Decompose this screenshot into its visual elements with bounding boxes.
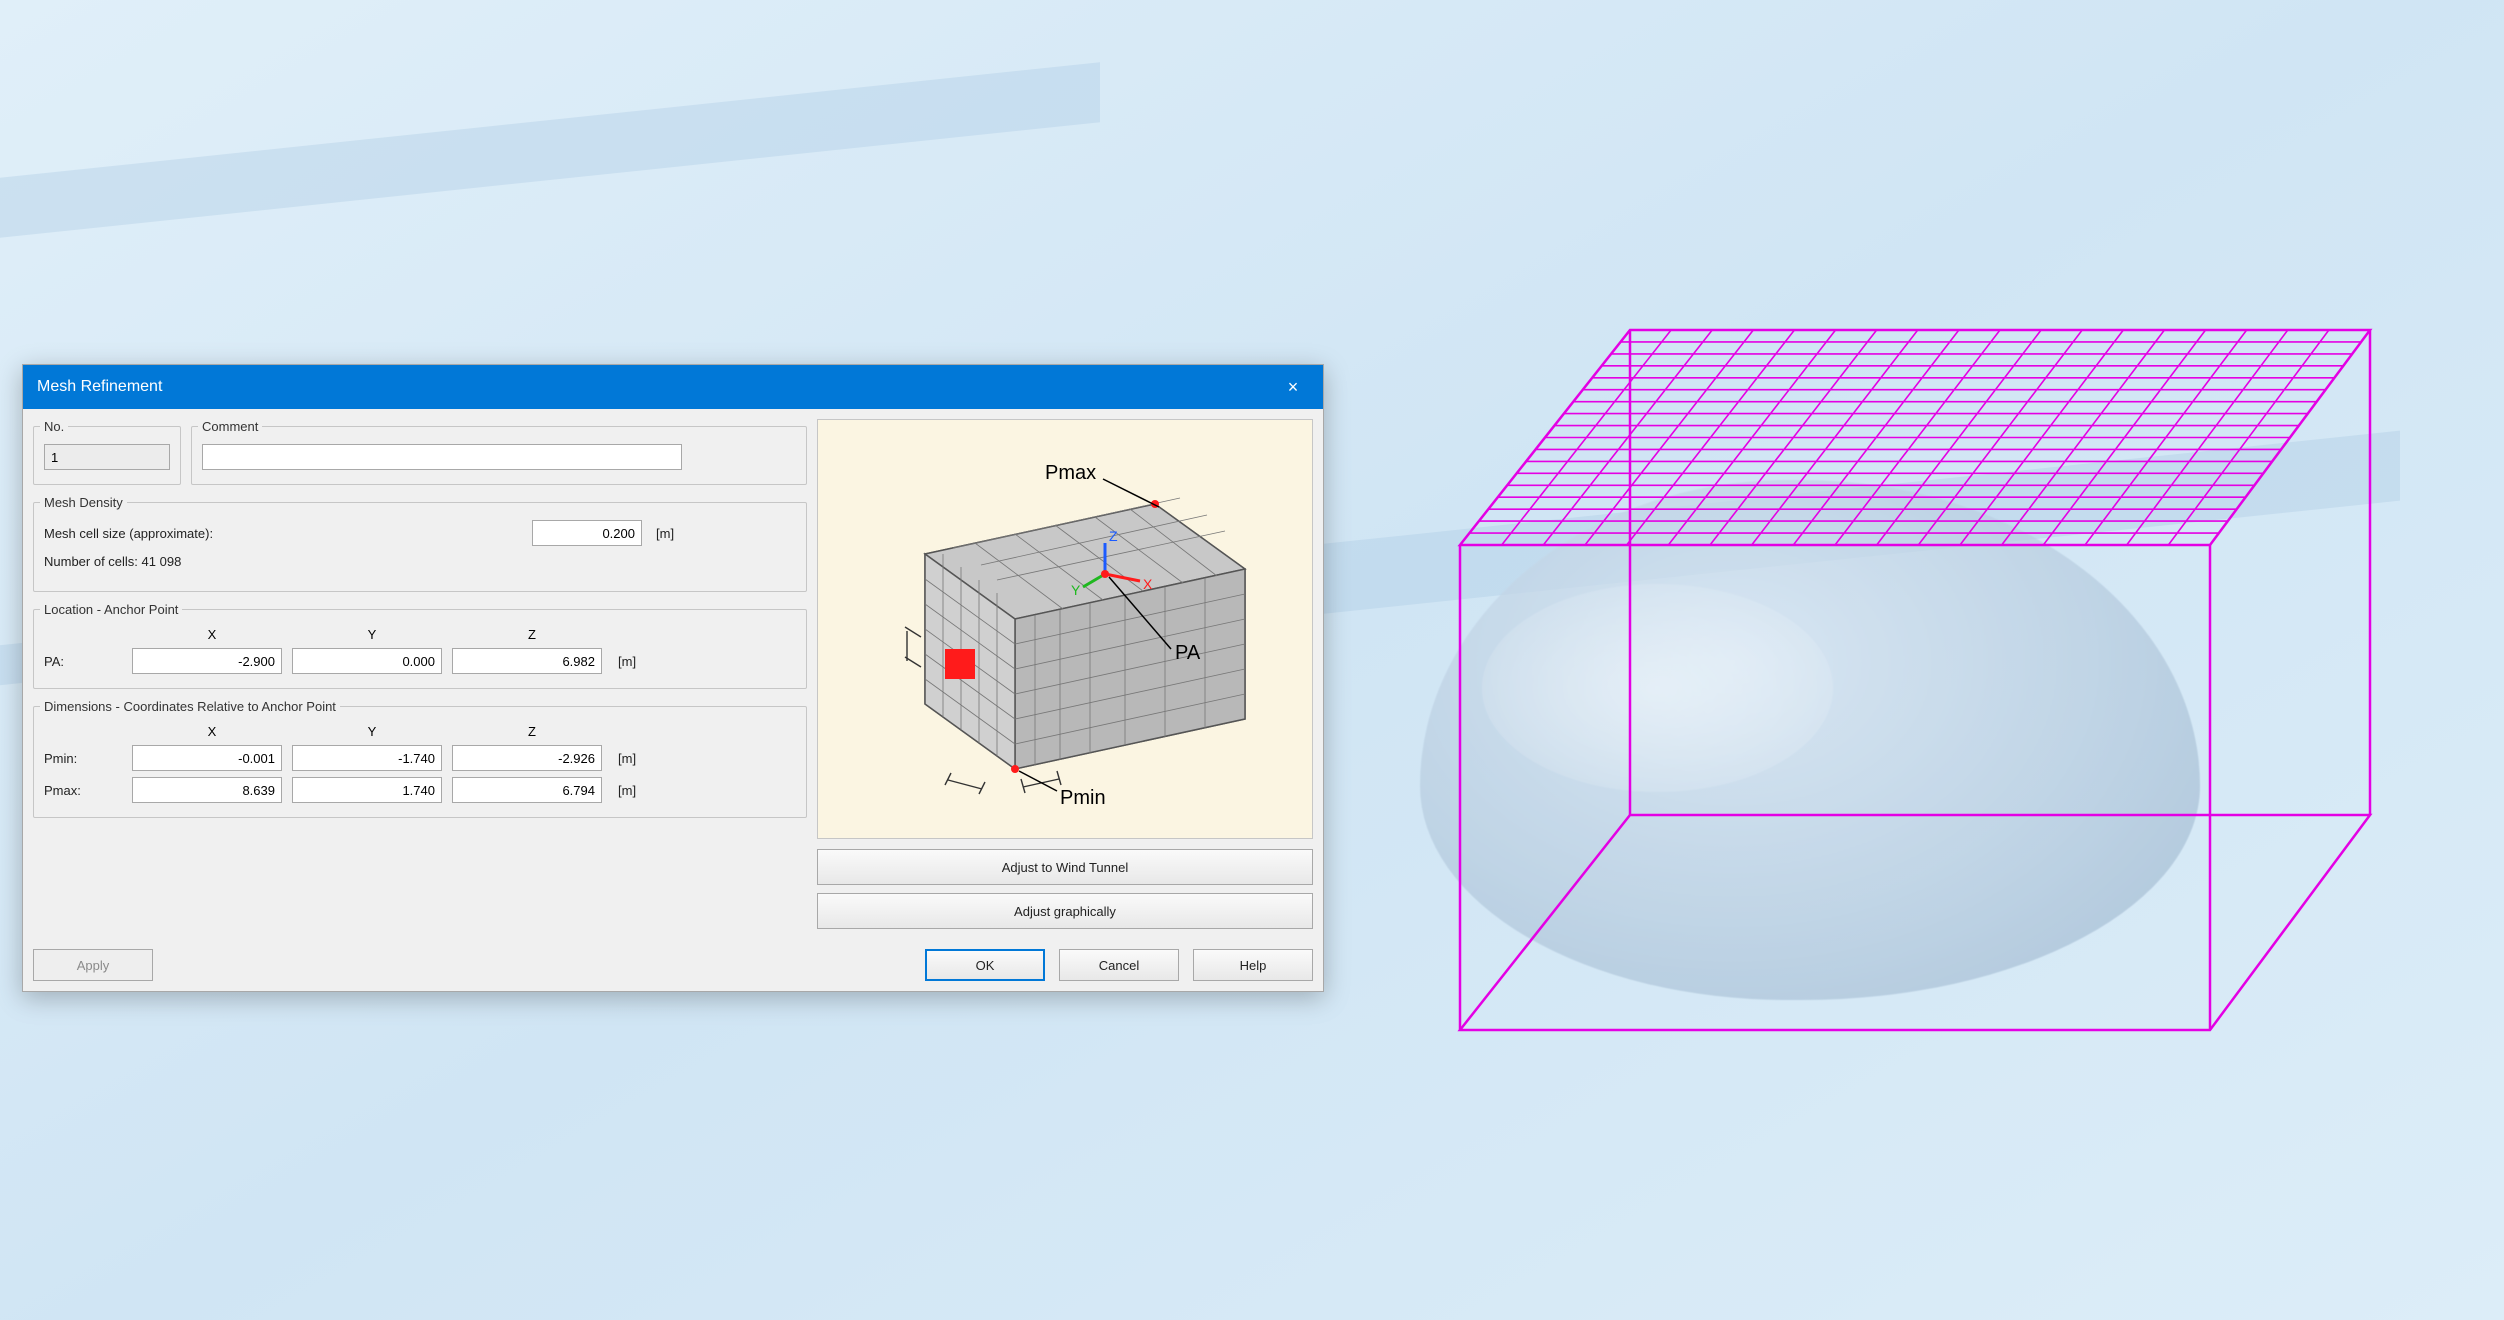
legend-comment: Comment <box>198 419 262 434</box>
preview-diagram: Pmax Pmin PA X Y Z <box>817 419 1313 839</box>
dialog-title: Mesh Refinement <box>37 378 162 396</box>
fieldset-dimensions: Dimensions - Coordinates Relative to Anc… <box>33 699 807 818</box>
legend-no: No. <box>40 419 68 434</box>
apply-button[interactable]: Apply <box>33 949 153 981</box>
cancel-button[interactable]: Cancel <box>1059 949 1179 981</box>
legend-density: Mesh Density <box>40 495 127 510</box>
pmax-unit: [m] <box>618 783 636 798</box>
pa-row-label: PA: <box>44 654 132 669</box>
pmax-x-input[interactable] <box>132 777 282 803</box>
legend-dimensions: Dimensions - Coordinates Relative to Anc… <box>40 699 340 714</box>
fieldset-no: No. <box>33 419 181 485</box>
fieldset-comment: Comment <box>191 419 807 485</box>
legend-location: Location - Anchor Point <box>40 602 182 617</box>
preview-pmax-label: Pmax <box>1045 462 1096 484</box>
cell-size-input[interactable] <box>532 520 642 546</box>
no-input[interactable] <box>44 444 170 470</box>
pmax-z-input[interactable] <box>452 777 602 803</box>
dim-col-z: Z <box>452 724 612 739</box>
pmax-y-input[interactable] <box>292 777 442 803</box>
pmin-z-input[interactable] <box>452 745 602 771</box>
pa-z-input[interactable] <box>452 648 602 674</box>
col-y: Y <box>292 627 452 642</box>
axis-y-label: Y <box>1071 582 1081 598</box>
ok-button[interactable]: OK <box>925 949 1045 981</box>
pa-y-input[interactable] <box>292 648 442 674</box>
col-z: Z <box>452 627 612 642</box>
fieldset-location: Location - Anchor Point X Y Z PA: [m] <box>33 602 807 689</box>
col-x: X <box>132 627 292 642</box>
preview-pa-label: PA <box>1175 642 1201 664</box>
adjust-wind-tunnel-button[interactable]: Adjust to Wind Tunnel <box>817 849 1313 885</box>
close-icon[interactable]: × <box>1263 365 1323 409</box>
fieldset-mesh-density: Mesh Density Mesh cell size (approximate… <box>33 495 807 592</box>
pmin-label: Pmin: <box>44 751 132 766</box>
num-cells-label: Number of cells: 41 098 <box>44 554 181 569</box>
adjust-graphically-button[interactable]: Adjust graphically <box>817 893 1313 929</box>
cell-size-unit: [m] <box>656 526 674 541</box>
mesh-refinement-dialog: Mesh Refinement × No. Comment Mesh Densi… <box>22 364 1324 992</box>
cell-size-label: Mesh cell size (approximate): <box>44 526 524 541</box>
titlebar[interactable]: Mesh Refinement × <box>23 365 1323 409</box>
pmax-label: Pmax: <box>44 783 132 798</box>
pmin-x-input[interactable] <box>132 745 282 771</box>
pmin-y-input[interactable] <box>292 745 442 771</box>
dim-col-x: X <box>132 724 292 739</box>
comment-input[interactable] <box>202 444 682 470</box>
pa-unit: [m] <box>618 654 636 669</box>
preview-pmin-label: Pmin <box>1060 787 1106 809</box>
pa-x-input[interactable] <box>132 648 282 674</box>
axis-x-label: X <box>1143 576 1153 592</box>
axis-z-label: Z <box>1109 528 1118 544</box>
help-button[interactable]: Help <box>1193 949 1313 981</box>
pmin-unit: [m] <box>618 751 636 766</box>
dim-col-y: Y <box>292 724 452 739</box>
